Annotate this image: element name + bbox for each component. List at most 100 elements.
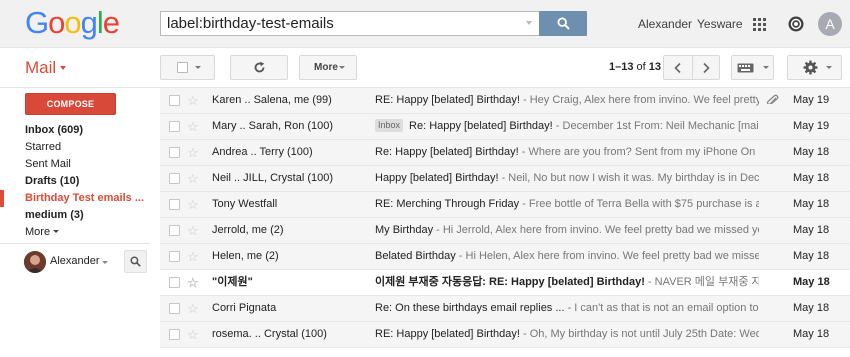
chevron-down-icon bbox=[53, 230, 60, 233]
message-content: Re: On these birthdays email replies ...… bbox=[375, 296, 759, 321]
message-row[interactable]: ☆ Andrea .. Terry (100) Re: Happy [belated… bbox=[160, 140, 850, 166]
nav-item-starred[interactable]: Starred bbox=[0, 139, 155, 156]
star-icon[interactable]: ☆ bbox=[187, 218, 199, 243]
message-checkbox[interactable] bbox=[169, 173, 180, 184]
message-content: Inbox Re: Happy [belated] Birthday! - Dec… bbox=[375, 114, 759, 139]
account-avatar[interactable]: A bbox=[818, 12, 842, 36]
message-snippet: - Hi Helen, Alex here from invino. We fe… bbox=[455, 250, 759, 262]
more-label: More bbox=[314, 62, 338, 73]
message-content: RE: Happy [belated] Birthday! - Hey Crai… bbox=[375, 88, 759, 113]
star-icon[interactable]: ☆ bbox=[187, 244, 199, 269]
message-content: 이제원 부재중 자동응답: RE: Happy [belated] Birthd… bbox=[375, 270, 759, 295]
select-all-button[interactable] bbox=[160, 55, 215, 80]
pagination-status: 1–13 of 13 bbox=[609, 61, 661, 73]
yesware-link[interactable]: Yesware bbox=[697, 17, 743, 31]
refresh-icon bbox=[254, 61, 265, 73]
message-sender: Neil .. JILL, Crystal (100) bbox=[212, 172, 334, 184]
nav-item-more[interactable]: More bbox=[0, 224, 155, 241]
refresh-button[interactable] bbox=[230, 55, 288, 80]
message-snippet: - I can't as that is not an email option… bbox=[567, 302, 759, 314]
select-all-checkbox[interactable] bbox=[177, 62, 188, 73]
chevron-down-icon bbox=[826, 66, 832, 69]
star-icon[interactable]: ☆ bbox=[187, 296, 199, 321]
hangouts-search-button[interactable] bbox=[124, 250, 147, 273]
hangouts-avatar[interactable] bbox=[24, 251, 46, 273]
message-subject: Re: Happy [belated] Birthday! bbox=[409, 120, 553, 132]
nav-item-medium[interactable]: medium (3) bbox=[0, 207, 155, 224]
message-row[interactable]: ☆ Neil .. JILL, Crystal (100) Happy [belat… bbox=[160, 166, 850, 192]
star-icon[interactable]: ☆ bbox=[187, 140, 199, 165]
compose-button[interactable]: COMPOSE bbox=[25, 93, 116, 115]
gear-icon bbox=[803, 60, 818, 75]
chevron-down-icon bbox=[339, 66, 345, 69]
message-checkbox[interactable] bbox=[169, 225, 180, 236]
message-row[interactable]: ☆ Helen, me (2) Belated Birthday - Hi Hele… bbox=[160, 244, 850, 270]
message-snippet: - NAVER 메일 부재중 자동응답 메 bbox=[647, 276, 759, 288]
chevron-down-icon bbox=[195, 66, 201, 69]
message-snippet: - Neil, No but now I wish it was. My bir… bbox=[501, 172, 759, 184]
hangouts-user-name[interactable]: Alexander bbox=[50, 255, 100, 267]
message-checkbox[interactable] bbox=[169, 95, 180, 106]
message-checkbox[interactable] bbox=[169, 329, 180, 340]
message-row[interactable]: ☆ Corri Pignata Re: On these birthdays ema… bbox=[160, 296, 850, 322]
apps-grid-icon[interactable] bbox=[753, 18, 767, 32]
message-date: May 18 bbox=[793, 146, 830, 158]
star-icon[interactable]: ☆ bbox=[187, 322, 199, 347]
message-date: May 18 bbox=[793, 302, 830, 314]
settings-button[interactable] bbox=[787, 55, 842, 80]
message-row[interactable]: ☆ Tony Westfall RE: Merching Through Frida… bbox=[160, 192, 850, 218]
newer-page-icon[interactable] bbox=[672, 62, 684, 74]
chevron-down-icon[interactable] bbox=[102, 261, 108, 264]
message-subject: Belated Birthday bbox=[375, 250, 456, 262]
message-checkbox[interactable] bbox=[169, 251, 180, 262]
message-snippet: - Hi Jerrold, Alex here from invino. We … bbox=[433, 224, 759, 236]
older-page-icon[interactable] bbox=[700, 62, 712, 74]
search-options-caret-icon[interactable] bbox=[526, 21, 532, 25]
search-button[interactable] bbox=[539, 11, 587, 36]
search-icon bbox=[556, 17, 570, 30]
message-row[interactable]: ☆ Mary .. Sarah, Ron (100) Inbox Re: Happy … bbox=[160, 114, 850, 140]
star-icon[interactable]: ☆ bbox=[187, 192, 199, 217]
input-tools-button[interactable] bbox=[731, 55, 774, 80]
message-checkbox[interactable] bbox=[169, 147, 180, 158]
message-snippet: - Oh, My birthday is not until July 25th… bbox=[522, 328, 759, 340]
nav-item-birthday-test-emails[interactable]: Birthday Test emails ... bbox=[0, 190, 155, 207]
mail-label: Mail bbox=[25, 58, 57, 77]
message-snippet: - Hey Craig, Alex here from invino. We f… bbox=[522, 94, 759, 106]
label-badge[interactable]: Inbox bbox=[375, 119, 404, 132]
user-name-link[interactable]: Alexander bbox=[638, 17, 692, 31]
star-icon[interactable]: ☆ bbox=[187, 88, 199, 113]
nav-item-drafts[interactable]: Drafts (10) bbox=[0, 173, 155, 190]
nav-more-label: More bbox=[25, 226, 51, 238]
message-subject: Re: Happy [belated] Birthday! bbox=[375, 146, 519, 158]
message-checkbox[interactable] bbox=[169, 121, 180, 132]
star-icon[interactable]: ☆ bbox=[187, 270, 199, 295]
message-snippet: - Where are you from? Sent from my iPhon… bbox=[521, 146, 759, 158]
message-subject: My Birthday bbox=[375, 224, 434, 236]
more-actions-button[interactable]: More bbox=[299, 55, 357, 80]
nav-item-sent-mail[interactable]: Sent Mail bbox=[0, 156, 155, 173]
message-row[interactable]: ☆ Jerrold, me (2) My Birthday - Hi Jerrold… bbox=[160, 218, 850, 244]
message-row[interactable]: ☆ Karen .. Salena, me (99) RE: Happy [bela… bbox=[160, 88, 850, 114]
message-checkbox[interactable] bbox=[169, 199, 180, 210]
message-subject: 이제원 부재중 자동응답: RE: Happy [belated] Birthd… bbox=[375, 276, 645, 288]
star-icon[interactable]: ☆ bbox=[187, 114, 199, 139]
message-row[interactable]: ☆ "이제원" 이제원 부재중 자동응답: RE: Happy [belated] … bbox=[160, 270, 850, 296]
notifications-icon[interactable] bbox=[788, 16, 804, 32]
toolbar: Mail More 1–13 of 13 bbox=[0, 48, 850, 88]
message-sender: "이제원" bbox=[212, 276, 253, 288]
message-checkbox[interactable] bbox=[169, 277, 180, 288]
divider bbox=[692, 56, 693, 79]
message-date: May 18 bbox=[793, 276, 830, 288]
message-checkbox[interactable] bbox=[169, 303, 180, 314]
search-input[interactable]: label:birthday-test-emails bbox=[160, 11, 540, 36]
top-header: Google label:birthday-test-emails Alexan… bbox=[0, 0, 850, 48]
google-logo[interactable]: Google bbox=[25, 5, 120, 41]
pager-nav-group bbox=[663, 55, 720, 80]
star-icon[interactable]: ☆ bbox=[187, 166, 199, 191]
attachment-icon bbox=[765, 88, 779, 113]
message-row[interactable]: ☆ rosema. .. Crystal (100) RE: Happy [bela… bbox=[160, 322, 850, 348]
nav-item-inbox[interactable]: Inbox (609) bbox=[0, 122, 155, 139]
mail-switcher[interactable]: Mail bbox=[25, 58, 67, 78]
message-snippet: - Free bottle of Terra Bella with $75 pu… bbox=[522, 198, 759, 210]
